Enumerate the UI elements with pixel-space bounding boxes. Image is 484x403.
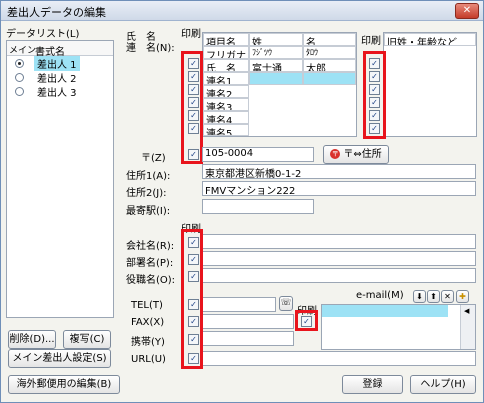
scroll-left-arrow-icon: ◀ [464,307,470,315]
station-label: 最寄駅(I): [126,206,171,217]
datalist-header: メイン 書式名 [7,41,113,58]
datalist-item-2[interactable]: 差出人 2 [37,70,77,85]
datalist-panel[interactable]: メイン 書式名 差出人 1 差出人 2 差出人 3 [6,40,114,318]
dept-input[interactable] [202,251,476,266]
grid-header-item: 項目名 [203,33,249,46]
grid-mei-name[interactable]: 太郎 [303,59,356,72]
dept-label: 部署名(P): [126,258,174,269]
overseas-edit-button[interactable]: 海外郵便用の編集(B) [8,375,120,394]
main-radio-2[interactable] [15,73,24,82]
mobile-label: 携帯(Y) [131,337,165,348]
delete-button[interactable]: 削除(D)... [8,330,56,349]
grid-item-renmei5: 連名5 [203,124,249,136]
grid-sei-furigana[interactable]: ﾌｼﾞﾂｳ [249,46,303,59]
company-input[interactable] [202,234,476,249]
zip-label: 〒(Z) [141,153,166,164]
move-down-icon[interactable]: ⬇ [413,290,426,303]
add-email-icon[interactable]: ✚ [456,290,469,303]
email-scrollbar[interactable]: ◀ [460,305,475,349]
addr2-input[interactable]: FMVマンション222 [202,181,476,197]
main-radio-3[interactable] [15,87,24,96]
grid-header-sei: 姓 [249,33,303,46]
grid-mei-renmei1[interactable] [303,72,356,85]
grid-item-renmei1: 連名1 [203,72,249,85]
grid-mei-furigana[interactable]: ﾀﾛｳ [303,46,356,59]
zip-input[interactable]: 105-0004 [202,147,314,162]
name-print-header: 印刷 [181,29,201,40]
datalist-row-2[interactable]: 差出人 2 [7,70,113,85]
zip-address-label: 〒⇔住所 [343,149,382,160]
tel-label: TEL(T) [131,300,163,311]
job-title-input[interactable] [202,268,476,283]
edit-sender-dialog: 差出人データの編集 ✕ データリスト(L) メイン 書式名 差出人 1 差出人 … [0,0,484,403]
grid-sei-renmei1[interactable] [249,72,303,85]
delete-email-icon[interactable]: ✕ [441,290,454,303]
tel-input[interactable] [202,297,276,312]
addr2-value: FMVマンション222 [205,186,296,197]
set-main-button[interactable]: メイン差出人設定(S) [8,349,111,368]
email-list[interactable]: ◀ [321,304,476,350]
copy-button[interactable]: 複写(C) [63,330,111,349]
highlight-company-print [181,229,203,369]
addr1-input[interactable]: 東京都港区新橋0-1-2 [202,164,476,180]
zip-address-convert-button[interactable]: 〒 〒⇔住所 [323,145,389,164]
grid-item-renmei2: 連名2 [203,85,249,98]
help-button[interactable]: ヘルプ(H) [410,375,476,394]
url-input[interactable] [202,351,476,366]
datalist-item-3[interactable]: 差出人 3 [37,84,77,99]
print-checkbox-zip[interactable]: ✓ [188,149,199,160]
grid-item-renmei3: 連名3 [203,98,249,111]
right-print-header: 印刷 [361,36,381,47]
highlight-email-print [295,310,318,331]
title-label: 役職名(O): [126,275,176,286]
addr1-value: 東京都港区新橋0-1-2 [205,169,302,180]
name-label-line2: 連 名(N): [126,43,175,54]
col-main: メイン [9,46,37,56]
zip-value: 105-0004 [205,148,254,159]
grid-item-renmei4: 連名4 [203,111,249,124]
datalist-heading: データリスト(L) [6,29,80,40]
title-bar: 差出人データの編集 ✕ [1,1,483,21]
fax-label: FAX(X) [131,317,165,328]
highlight-right-print [363,51,386,139]
station-input[interactable] [202,199,314,214]
email-label: e-mail(M) [356,290,404,301]
datalist-row-1[interactable]: 差出人 1 [7,56,113,71]
addr2-label: 住所2(J): [126,188,167,199]
main-radio-1[interactable] [15,59,24,68]
fax-input[interactable] [202,314,294,329]
datalist-item-1[interactable]: 差出人 1 [34,56,80,71]
grid-item-furigana: フリガナ [203,46,249,59]
highlight-name-print [181,51,203,164]
post-icon: 〒 [330,149,341,159]
grid-item-name: 氏 名 [203,59,249,72]
email-list-selected-row[interactable] [322,305,448,317]
datalist-row-3[interactable]: 差出人 3 [7,84,113,99]
window-title: 差出人データの編集 [7,6,106,19]
grid-header-mei: 名 [303,33,356,46]
maiden-age-grid[interactable]: 旧姓・年齢など [383,32,477,137]
grid-sei-name[interactable]: 富士通 [249,59,303,72]
url-label: URL(U) [131,354,166,365]
name-grid[interactable]: 項目名 姓 名 フリガナ ﾌｼﾞﾂｳ ﾀﾛｳ 氏 名 富士通 太郎 連名1 連名… [202,32,357,137]
close-button[interactable]: ✕ [455,3,479,19]
company-label: 会社名(R): [126,241,175,252]
addr1-label: 住所1(A): [126,171,171,182]
mobile-input[interactable] [202,331,294,346]
phone-icon[interactable]: ☏ [279,296,293,311]
register-button[interactable]: 登録 [342,375,403,394]
right-grid-header: 旧姓・年齢など [384,33,476,46]
move-up-icon[interactable]: ⬆ [427,290,440,303]
